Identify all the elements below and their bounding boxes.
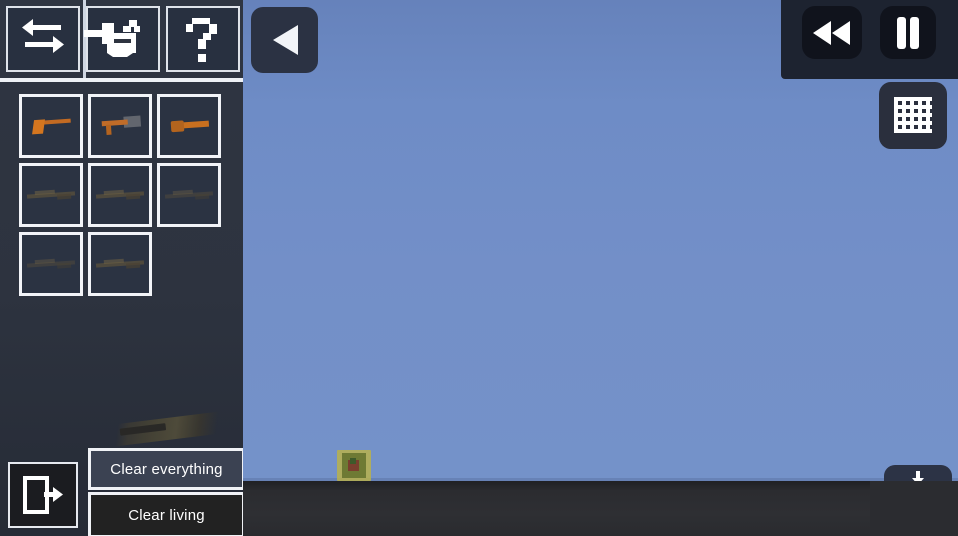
grid-icon — [892, 95, 934, 137]
background-weapon-sprite — [111, 411, 223, 447]
help-button[interactable] — [166, 6, 240, 72]
rewind-icon — [812, 20, 852, 46]
weapon-grid-row — [19, 163, 234, 232]
weapon-slot-rifle-1[interactable] — [19, 163, 83, 227]
swap-icon — [21, 17, 65, 61]
clear-button-group: Clear everything Clear living — [88, 448, 243, 536]
toolbar-underline — [0, 78, 243, 82]
clear-everything-button[interactable]: Clear everything — [88, 448, 243, 490]
paint-bucket-icon — [101, 17, 145, 61]
ground-occluder — [870, 481, 958, 536]
weapon-slot-shotgun[interactable] — [19, 232, 83, 296]
pause-icon — [895, 16, 921, 49]
collapse-panel-button[interactable] — [251, 7, 318, 73]
paint-bucket-button[interactable] — [86, 6, 160, 72]
exit-button[interactable] — [8, 462, 78, 528]
weapon-grid — [19, 94, 234, 301]
weapon-slot-pistol[interactable] — [19, 94, 83, 158]
swap-button[interactable] — [6, 6, 80, 72]
weapon-slot-rifle-2[interactable] — [88, 163, 152, 227]
game-screen: Clear everything Clear living — [0, 0, 958, 536]
weapon-sidebar: Clear everything Clear living — [0, 0, 243, 536]
clear-living-label: Clear living — [128, 506, 205, 524]
weapon-slot-revolver[interactable] — [157, 94, 221, 158]
rewind-button[interactable] — [802, 6, 862, 59]
crate-dot — [350, 458, 356, 464]
pause-button[interactable] — [880, 6, 936, 59]
crate-entity[interactable] — [337, 450, 371, 481]
weapon-grid-row — [19, 94, 234, 163]
clear-living-button[interactable]: Clear living — [88, 492, 243, 536]
exit-icon — [22, 475, 64, 515]
clear-everything-label: Clear everything — [110, 460, 223, 478]
toggle-grid-button[interactable] — [879, 82, 947, 149]
weapon-grid-row — [19, 232, 234, 301]
weapon-slot-launcher[interactable] — [88, 232, 152, 296]
back-triangle-icon — [270, 23, 300, 57]
help-icon — [181, 17, 225, 62]
weapon-slot-rifle-3[interactable] — [157, 163, 221, 227]
sidebar-toolbar — [0, 0, 243, 82]
weapon-slot-smg[interactable] — [88, 94, 152, 158]
